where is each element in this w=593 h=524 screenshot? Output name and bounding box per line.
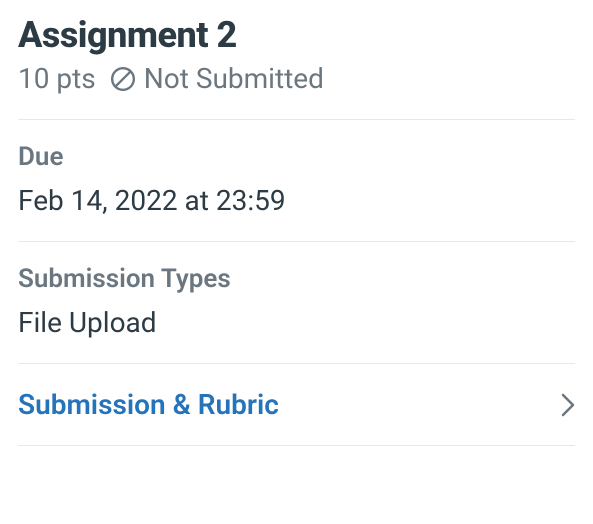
assignment-points: 10 pts bbox=[18, 62, 96, 95]
chevron-right-icon bbox=[561, 392, 575, 418]
due-section: Due Feb 14, 2022 at 23:59 bbox=[18, 120, 575, 241]
due-label: Due bbox=[18, 142, 575, 172]
submission-rubric-link[interactable]: Submission & Rubric bbox=[18, 364, 575, 445]
assignment-status-text: Not Submitted bbox=[144, 62, 324, 95]
due-value: Feb 14, 2022 at 23:59 bbox=[18, 184, 575, 217]
assignment-title: Assignment 2 bbox=[18, 14, 575, 56]
not-submitted-icon bbox=[110, 66, 136, 92]
submission-types-label: Submission Types bbox=[18, 264, 575, 294]
submission-types-section: Submission Types File Upload bbox=[18, 242, 575, 363]
submission-types-value: File Upload bbox=[18, 306, 575, 339]
divider bbox=[18, 445, 575, 446]
assignment-status: Not Submitted bbox=[110, 62, 324, 95]
assignment-meta: 10 pts Not Submitted bbox=[18, 62, 575, 95]
submission-rubric-label: Submission & Rubric bbox=[18, 388, 279, 421]
